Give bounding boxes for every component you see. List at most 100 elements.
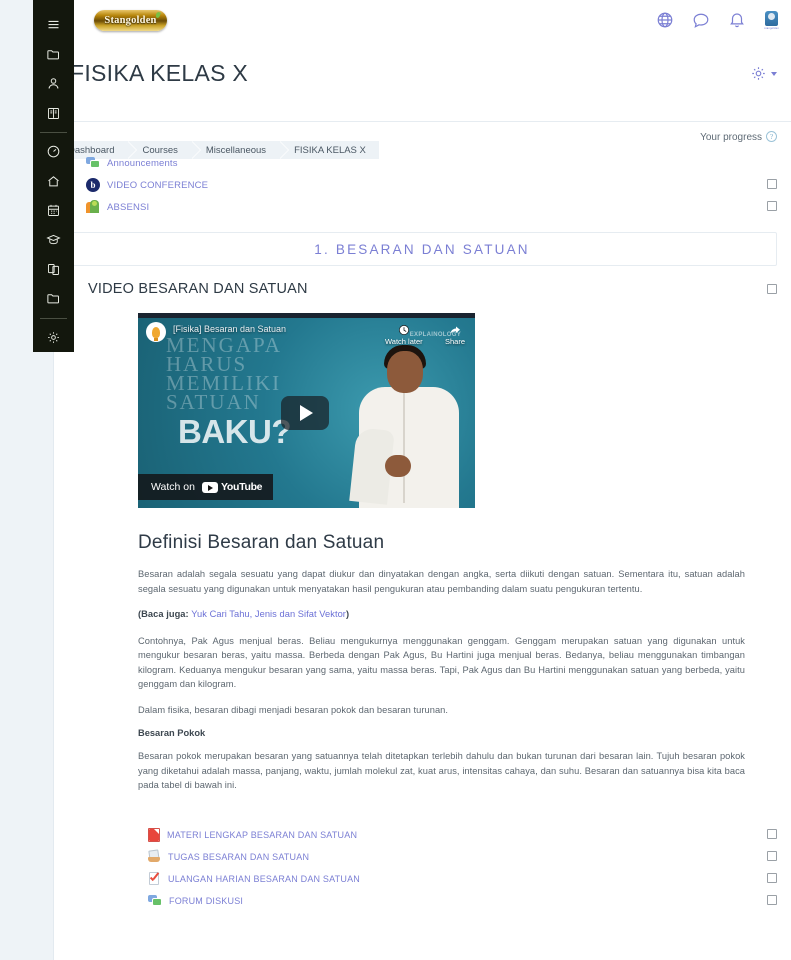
folder-icon [47,294,59,304]
course-settings-menu[interactable] [750,65,777,82]
article-baca-juga: (Baca juga: Yuk Cari Tahu, Jenis dan Sif… [138,607,745,622]
completion-checkbox[interactable] [767,850,777,861]
list-item[interactable]: FORUM DISKUSI [148,890,777,912]
user-icon [48,78,59,89]
list-item[interactable]: ABSENSI [86,196,777,218]
forum-icon [148,894,162,908]
assignment-icon [148,849,161,863]
activity-label[interactable]: ULANGAN HARIAN BESARAN DAN SATUAN [168,874,360,884]
baca-juga-link[interactable]: Yuk Cari Tahu, Jenis dan Sifat Vektor [191,609,346,619]
page-title: FISIKA KELAS X [70,60,249,86]
watch-on-youtube-button[interactable]: Watch on YouTube [138,474,274,500]
youtube-logo: YouTube [201,481,263,493]
user-avatar[interactable]: stangolden [764,10,779,30]
article-heading: Definisi Besaran dan Satuan [138,532,385,553]
share-button[interactable]: Share [445,324,465,346]
section-title: 1. BESARAN DAN SATUAN [314,241,530,257]
left-sidebar [33,0,74,352]
sidebar-item-content-bank[interactable] [33,284,74,313]
avatar-image [765,10,779,26]
general-activity-list: Announcements b VIDEO CONFERENCE ABSENSI [53,152,791,218]
avatar-caption: stangolden [764,26,779,30]
forum-icon [86,156,100,170]
page-root: Stangolden stangolden FISIKA KELAS X Das… [0,0,791,960]
article-paragraph-1: Besaran adalah segala sesuatu yang dapat… [138,569,745,594]
list-item[interactable]: Announcements [86,152,777,174]
youtube-play-icon [201,481,218,493]
sidebar-item-files-folder[interactable] [33,39,74,68]
list-item[interactable]: TUGAS BESARAN DAN SATUAN [148,846,777,868]
calendar-icon [48,204,59,216]
home-icon [48,175,59,186]
video-overlay-emphasis: BAKU? [178,413,291,450]
quiz-icon [148,872,161,885]
video-overlay-text: MENGAPA HARUS MEMILIKI SATUAN [166,333,282,414]
chevron-down-icon [771,71,777,76]
article-paragraph-4: Besaran pokok merupakan besaran yang sat… [138,751,745,790]
share-arrow-icon [450,326,460,334]
course-header: FISIKA KELAS X Dashboard Courses Miscell… [53,40,791,159]
activity-label[interactable]: FORUM DISKUSI [169,896,243,906]
channel-avatar-icon[interactable] [146,322,166,342]
pdf-file-icon [148,827,160,842]
watch-later-button[interactable]: Watch later [385,324,423,346]
bigbluebutton-icon: b [86,178,100,192]
messages-icon[interactable] [692,11,710,29]
video-presenter-image [349,343,469,508]
graduation-cap-icon [46,235,61,245]
watch-on-label: Watch on [151,481,195,493]
sidebar-item-calendar[interactable] [33,196,74,225]
baca-juga-suffix: ) [345,609,350,619]
list-item[interactable]: ULANGAN HARIAN BESARAN DAN SATUAN [148,868,777,890]
article-subheading: Besaran Pokok [138,728,206,738]
sidebar-item-courses-book[interactable] [33,98,74,127]
play-button[interactable] [281,396,329,430]
speedometer-icon [47,145,60,158]
folder-icon [47,49,59,60]
sidebar-divider-bottom [40,317,67,319]
notifications-bell-icon[interactable] [728,11,746,29]
completion-checkbox[interactable] [767,828,777,839]
article-paragraph-2: Contohnya, Pak Agus menjual beras. Belia… [138,635,745,690]
topbar-actions: stangolden [656,10,779,30]
completion-checkbox[interactable] [767,894,777,905]
completion-checkbox[interactable] [767,872,777,883]
sidebar-item-grades[interactable] [33,225,74,254]
sidebar-item-private-files[interactable] [33,255,74,284]
list-item[interactable]: b VIDEO CONFERENCE [86,174,777,196]
activity-label[interactable]: MATERI LENGKAP BESARAN DAN SATUAN [167,830,357,840]
completion-checkbox[interactable] [767,284,777,294]
sidebar-item-site-administration[interactable] [33,323,74,352]
progress-header: Your progress ? [53,122,791,152]
baca-juga-prefix: (Baca juga: [138,609,192,619]
article-body: Definisi Besaran dan Satuan Besaran adal… [138,532,745,793]
hamburger-icon [48,21,59,29]
language-globe-icon[interactable] [656,11,674,29]
progress-label: Your progress [700,132,762,143]
sidebar-item-site-home[interactable] [33,166,74,195]
logo-leaf-icon [155,11,161,18]
completion-checkbox[interactable] [767,201,777,211]
help-icon[interactable]: ? [766,131,777,142]
gear-icon [48,332,59,343]
watch-later-label: Watch later [385,337,423,346]
sidebar-item-dashboard-gauge[interactable] [33,137,74,166]
attendance-icon [86,200,100,214]
activity-label[interactable]: Announcements [107,158,178,169]
completion-checkbox[interactable] [767,179,777,189]
activity-label[interactable]: VIDEO CONFERENCE [107,180,208,191]
subsection-title: VIDEO BESARAN DAN SATUAN [88,281,308,297]
list-item[interactable]: MATERI LENGKAP BESARAN DAN SATUAN [148,824,777,846]
activity-label[interactable]: ABSENSI [107,202,149,213]
youtube-wordmark: YouTube [220,481,263,493]
book-icon [48,107,59,119]
section-activity-list: MATERI LENGKAP BESARAN DAN SATUAN TUGAS … [53,824,791,912]
sidebar-item-profile[interactable] [33,69,74,98]
activity-label[interactable]: TUGAS BESARAN DAN SATUAN [168,852,309,862]
youtube-video-embed[interactable]: [Fisika] Besaran dan Satuan MENGAPA HARU… [138,313,475,508]
gear-icon [752,67,765,80]
site-logo[interactable]: Stangolden [94,9,167,31]
sidebar-item-menu-toggle[interactable] [33,10,74,39]
course-content: Your progress ? Announcements b VIDEO CO… [53,122,791,912]
article-paragraph-3: Dalam fisika, besaran dibagi menjadi bes… [138,704,449,715]
